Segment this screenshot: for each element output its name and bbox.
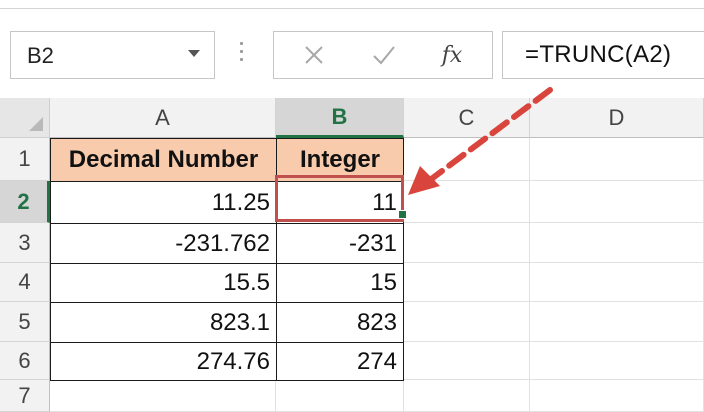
formula-input[interactable]: =TRUNC(A2): [502, 31, 704, 79]
row-header-3[interactable]: 3: [0, 223, 50, 263]
cell-d2[interactable]: [530, 181, 704, 223]
cell-c4[interactable]: [404, 263, 530, 302]
cell-c2[interactable]: [404, 181, 530, 223]
cell-d1[interactable]: [530, 138, 704, 181]
cell-b1-header[interactable]: Integer: [276, 138, 404, 182]
cell-b5[interactable]: 823: [276, 302, 404, 343]
cell-a3[interactable]: -231.762: [50, 223, 277, 264]
cell-c6[interactable]: [404, 342, 530, 380]
select-all-corner[interactable]: [0, 98, 50, 138]
cell-b6[interactable]: 274: [276, 342, 404, 381]
cell-d5[interactable]: [530, 302, 704, 342]
chevron-down-icon[interactable]: [188, 50, 200, 57]
name-box[interactable]: B2: [10, 31, 215, 79]
cell-a7[interactable]: [50, 380, 276, 412]
formula-buttons: fx: [273, 31, 493, 79]
cell-d6[interactable]: [530, 342, 704, 380]
row-header-6[interactable]: 6: [0, 342, 50, 380]
cell-b7[interactable]: [276, 380, 404, 412]
fill-handle[interactable]: [398, 210, 407, 219]
cell-c1[interactable]: [404, 138, 530, 181]
row-header-2[interactable]: 2: [0, 181, 50, 223]
cell-d4[interactable]: [530, 263, 704, 302]
ribbon-edge: [0, 0, 704, 9]
column-header-c[interactable]: C: [404, 98, 530, 138]
row-header-5[interactable]: 5: [0, 302, 50, 342]
formula-bar-strip: B2 fx =TRUNC(A2): [0, 0, 704, 98]
column-header-b[interactable]: B: [276, 98, 404, 138]
cell-c7[interactable]: [404, 380, 530, 412]
resize-grip-icon[interactable]: [240, 42, 244, 68]
cell-b2[interactable]: 11: [276, 181, 404, 224]
column-header-d[interactable]: D: [530, 98, 704, 138]
cell-c5[interactable]: [404, 302, 530, 342]
cell-b3[interactable]: -231: [276, 223, 404, 264]
check-icon[interactable]: [362, 38, 406, 72]
insert-function-icon[interactable]: fx: [430, 38, 474, 72]
cell-b4[interactable]: 15: [276, 263, 404, 303]
row-header-7[interactable]: 7: [0, 380, 50, 412]
cancel-icon[interactable]: [292, 38, 336, 72]
name-box-value: B2: [27, 43, 54, 68]
cell-c3[interactable]: [404, 223, 530, 263]
row-header-4[interactable]: 4: [0, 263, 50, 302]
row-header-1[interactable]: 1: [0, 138, 50, 181]
column-header-a[interactable]: A: [50, 98, 276, 138]
cell-a1-header[interactable]: Decimal Number: [50, 138, 277, 182]
cell-a4[interactable]: 15.5: [50, 263, 277, 303]
formula-text: =TRUNC(A2): [525, 41, 672, 68]
cell-d7[interactable]: [530, 380, 704, 412]
cell-d3[interactable]: [530, 223, 704, 263]
cell-a5[interactable]: 823.1: [50, 302, 277, 343]
cell-a6[interactable]: 274.76: [50, 342, 277, 381]
cell-a2[interactable]: 11.25: [50, 181, 277, 224]
